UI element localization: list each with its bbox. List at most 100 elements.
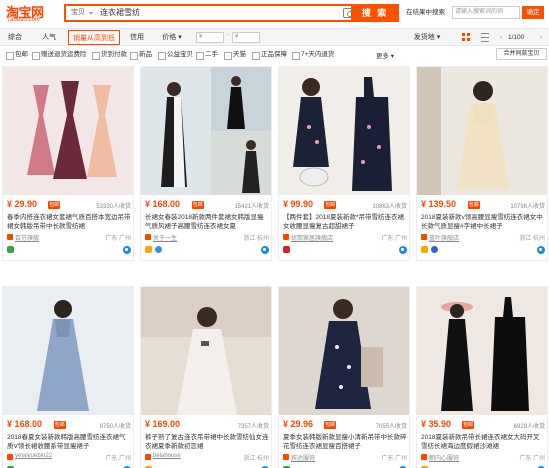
ship-location: 浙江 杭州	[519, 236, 545, 242]
shop-name[interactable]: belahouse	[153, 453, 181, 459]
top-header: 淘宝网 Taobao.com 宝贝 连衣裙雪纺 搜 索 在结果中搜索 请输入搜索…	[0, 0, 549, 26]
shop-row: belahouse 浙江 杭州	[145, 453, 269, 463]
price-min-input[interactable]: ¥	[196, 32, 224, 43]
product-image[interactable]	[3, 67, 133, 195]
product-card[interactable]: ¥ 29.90 包邮 53330人收货 春季内搭连衣裙女套裙气质百搭本宽边吊带裙…	[2, 66, 134, 261]
wangwang-chat-icon[interactable]	[537, 246, 545, 254]
search-input[interactable]: 连衣裙雪纺	[100, 6, 340, 20]
free-shipping-tag: 包邮	[191, 201, 204, 209]
product-image[interactable]	[141, 287, 271, 415]
sort-default[interactable]: 综合	[4, 30, 26, 45]
sales-count: 15421人收货	[234, 204, 269, 210]
filter-cod[interactable]: 货到付款	[92, 50, 127, 60]
sales-count: 10798人收货	[510, 204, 545, 210]
product-title[interactable]: 2018夏装新款v领高腰显瘦雪纺连衣裙女中长款气质显瘦#字裙中长裙子	[421, 213, 545, 231]
product-price: ¥ 139.50	[421, 199, 457, 209]
filter-genuine[interactable]: 正品保障	[252, 50, 287, 60]
product-title[interactable]: 长裙女春装2018新款两件套裙女韩版显瘦气质风裙子高腰雪纺连衣裙女夏	[145, 213, 269, 231]
filter-secondhand[interactable]: 二手	[196, 50, 218, 60]
shop-name[interactable]: 百芬旗舰	[15, 233, 39, 242]
product-title[interactable]: 春季内搭连衣裙女套裙气质百搭本宽边吊带裙女韩版吊带中长款雪纺裙	[7, 213, 131, 231]
confirm-button[interactable]: 确定	[522, 6, 544, 19]
product-image[interactable]	[279, 67, 409, 195]
filter-free-shipping[interactable]: 包邮	[6, 50, 28, 60]
list-view-icon[interactable]	[481, 33, 489, 42]
price-row: ¥ 35.90 包邮 6929人收货	[421, 419, 545, 431]
free-shipping-tag: 包邮	[324, 421, 337, 429]
shop-icon	[421, 234, 427, 240]
shop-icon	[421, 454, 427, 460]
product-title[interactable]: 2018春夏女装新款韩版高腰雪纺连衣裙气质V领长裙收腰系带显瘦裙子	[7, 433, 131, 451]
ship-from-select[interactable]: 发货地 ▾	[412, 30, 442, 45]
product-title[interactable]: 2018夏装新款吊带长裙连衣裙女大码开叉雪纺长裙海边度假裙沙滩裙	[421, 433, 545, 451]
product-title[interactable]: 【两件套】2018夏装新款*吊带雪纺连衣裙女收腰显瘦复古超甜裙子	[283, 213, 407, 231]
product-card[interactable]: ¥ 169.00 7357人收货 裤子熟了复古连衣吊带裙中长款雪纺仙女连衣裙夏季…	[140, 286, 272, 468]
sort-price[interactable]: 价格 ▾	[158, 30, 186, 45]
badge-row	[145, 246, 269, 256]
product-card[interactable]: ¥ 168.00 包邮 15421人收货 长裙女春装2018新款两件套裙女韩版显…	[140, 66, 272, 261]
shop-name[interactable]: 优熙家居旗舰店	[291, 233, 333, 242]
sort-popularity[interactable]: 人气	[38, 30, 60, 45]
wangwang-chat-icon[interactable]	[123, 246, 131, 254]
price-max-input[interactable]: ¥	[232, 32, 260, 43]
product-title[interactable]: 夏季女装韩版新款显瘦小清新吊带中长款碎花雪纺连衣裙显瘦百搭裙子	[283, 433, 407, 451]
merge-same-button[interactable]: 合并同款宝贝	[496, 48, 547, 60]
seller-badge-icon	[7, 246, 14, 253]
filter-charity[interactable]: 公益宝贝	[158, 50, 193, 60]
shop-name[interactable]: 关于一生	[153, 233, 177, 242]
wangwang-chat-icon[interactable]	[261, 246, 269, 254]
filter-7day-return[interactable]: 7+天内退货	[292, 50, 334, 60]
product-image[interactable]	[141, 67, 271, 195]
product-price: ¥ 168.00	[7, 419, 43, 429]
product-image[interactable]	[417, 287, 547, 415]
wangwang-chat-icon[interactable]	[399, 246, 407, 254]
filter-row: 包邮 赠送退货运费险 货到付款 新品 公益宝贝 二手 天猫 正品保障 7+天内退…	[0, 47, 549, 62]
free-shipping-tag: 包邮	[462, 421, 475, 429]
sort-credit[interactable]: 信用	[126, 30, 148, 45]
page-indicator: 1/100	[508, 34, 525, 41]
price-row: ¥ 168.00 包邮 8750人收货	[7, 419, 131, 431]
badge-row	[421, 246, 545, 256]
shop-name[interactable]: 宾达服饰	[291, 453, 315, 462]
filter-return-insurance[interactable]: 赠送退货运费险	[32, 50, 87, 60]
more-filters-button[interactable]: 更多 ▾	[376, 50, 394, 60]
search-type-select[interactable]: 宝贝	[66, 6, 96, 20]
shop-name[interactable]: 蓝叶旗舰店	[429, 233, 459, 242]
product-card[interactable]: ¥ 35.90 包邮 6929人收货 2018夏装新款吊带长裙连衣裙女大码开叉雪…	[416, 286, 548, 468]
within-results-input[interactable]: 请输入搜索词的词	[452, 6, 520, 19]
taobao-logo[interactable]: 淘宝网 Taobao.com	[6, 2, 54, 24]
shop-row: 优熙家居旗舰店 广东 广州	[283, 233, 407, 243]
product-card[interactable]: ¥ 168.00 包邮 8750人收货 2018春夏女装新款韩版高腰雪纺连衣裙气…	[2, 286, 134, 468]
search-button[interactable]: 搜 索	[351, 4, 399, 22]
shop-icon	[7, 234, 13, 240]
product-card[interactable]: ¥ 139.50 包邮 10798人收货 2018夏装新款v领高腰显瘦雪纺连衣裙…	[416, 66, 548, 261]
product-image[interactable]	[417, 67, 547, 195]
prev-page-icon[interactable]: ‹	[497, 30, 505, 45]
ship-location: 浙江 杭州	[243, 236, 269, 242]
shop-icon	[145, 454, 151, 460]
shop-name[interactable]: 朝内心服饰	[429, 453, 459, 462]
grid-view-icon[interactable]	[462, 33, 471, 42]
product-image[interactable]	[279, 287, 409, 415]
sort-sales[interactable]: 销量从高到低	[68, 30, 120, 45]
logo-subtext: Taobao.com	[7, 17, 40, 23]
pager: ‹ 1/100 ›	[497, 30, 547, 45]
product-card[interactable]: ¥ 99.90 包邮 10863人收货 【两件套】2018夏装新款*吊带雪纺连衣…	[278, 66, 410, 261]
ship-location: 广东 广州	[381, 456, 407, 462]
next-page-icon[interactable]: ›	[537, 30, 545, 45]
shop-icon	[283, 234, 289, 240]
badge-row	[7, 246, 131, 256]
filter-tmall[interactable]: 天猫	[224, 50, 246, 60]
price-row: ¥ 29.90 包邮 53330人收货	[7, 199, 131, 211]
shop-icon	[145, 234, 151, 240]
ship-location: 广东 广州	[381, 236, 407, 242]
product-title[interactable]: 裤子熟了复古连衣吊带裙中长款雪纺仙女连衣裙夏季新款初恋裙	[145, 433, 269, 451]
shop-row: 蓝叶旗舰店 浙江 杭州	[421, 233, 545, 243]
product-image[interactable]	[3, 287, 133, 415]
shop-name[interactable]: yetaiyuebin22	[15, 453, 52, 459]
product-card[interactable]: ¥ 29.96 包邮 7055人收货 夏季女装韩版新款显瘦小清新吊带中长款碎花雪…	[278, 286, 410, 468]
filter-new[interactable]: 新品	[130, 50, 152, 60]
shop-row: 朝内心服饰 广东 广州	[421, 453, 545, 463]
sales-count: 7357人收货	[237, 424, 269, 430]
within-results-label: 在结果中搜索	[406, 9, 445, 16]
